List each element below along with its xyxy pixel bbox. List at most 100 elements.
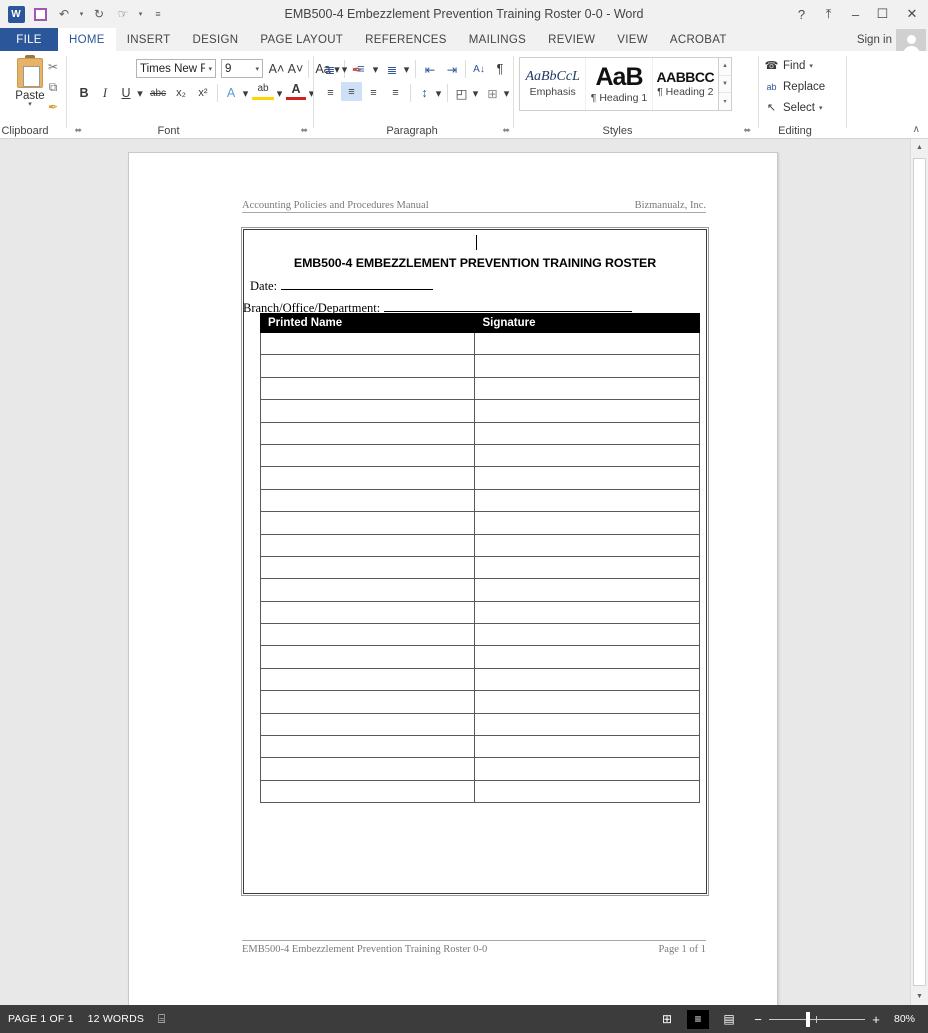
close-button[interactable]: ✕ [896,0,928,28]
proofing-icon[interactable]: ⌸ [158,1012,165,1027]
justify-icon[interactable]: ≡ [385,83,406,103]
cell-signature[interactable] [474,735,700,759]
formatting-marks-icon[interactable]: ¶ [491,59,509,79]
cell-printed-name[interactable] [259,757,476,781]
multilevel-list-dropdown-icon[interactable]: ▾ [401,59,412,79]
save-icon[interactable] [29,3,51,25]
highlight-dropdown-icon[interactable]: ▾ [274,83,285,103]
cell-signature[interactable] [474,399,700,423]
cell-printed-name[interactable] [259,712,476,737]
redo-icon[interactable]: ↻ [88,3,110,25]
cell-signature[interactable] [474,578,700,602]
bullets-icon[interactable]: ≣ [320,59,340,79]
cell-printed-name[interactable] [259,555,476,580]
maximize-button[interactable]: ☐ [869,0,896,28]
numbering-icon[interactable]: ≡ [351,59,371,79]
vertical-scrollbar[interactable]: ▲ ▼ [910,139,928,1005]
font-name-dropdown-icon[interactable]: ▾ [205,65,215,73]
bold-button[interactable]: B [74,83,94,103]
table-row[interactable] [259,421,700,445]
font-size-input[interactable]: 9 ▾ [221,59,263,78]
tab-view[interactable]: VIEW [606,28,659,51]
table-row[interactable] [259,466,700,490]
grow-font-icon[interactable]: A˄ [267,59,286,79]
table-row[interactable] [259,690,700,714]
table-row[interactable] [259,645,700,669]
decrease-indent-icon[interactable]: ⇤ [419,59,441,79]
styles-dialog-launcher[interactable]: ⬌ [743,125,751,136]
zoom-slider[interactable]: − + [753,1011,881,1027]
tab-file[interactable]: FILE [0,28,58,51]
font-size-dropdown-icon[interactable]: ▾ [252,65,262,73]
zoom-level-label[interactable]: 80% [894,1013,920,1025]
cell-printed-name[interactable] [259,488,476,513]
align-right-icon[interactable]: ≡ [363,83,384,103]
touch-mode-icon[interactable]: ☞ [112,3,134,25]
print-layout-icon[interactable]: ≡ [687,1009,709,1029]
format-painter-icon[interactable]: ✒ [42,97,64,117]
line-spacing-dropdown-icon[interactable]: ▾ [433,83,444,103]
status-page-info[interactable]: PAGE 1 OF 1 [8,1013,74,1025]
touch-mode-dropdown-icon[interactable]: ▾ [136,3,145,25]
table-row[interactable] [259,399,700,423]
borders-icon[interactable]: ⊞ [482,83,503,103]
roster-table[interactable]: Printed Name Signature [259,313,700,804]
paste-dropdown-icon[interactable]: ▾ [28,101,32,108]
styles-scroll-up-icon[interactable]: ▲ [719,58,731,76]
text-effects-icon[interactable]: A [221,83,241,103]
select-dropdown-icon[interactable]: ▾ [819,104,823,112]
date-input[interactable] [281,278,434,290]
styles-gallery-scrollbar[interactable]: ▲ ▼ ▾ [719,57,732,111]
shading-icon[interactable]: ◰ [451,83,472,103]
web-layout-icon[interactable]: ▤ [718,1010,740,1029]
undo-dropdown-icon[interactable]: ▾ [77,3,86,25]
find-dropdown-icon[interactable]: ▾ [809,62,813,70]
style-item-heading2[interactable]: AABBCC ¶ Heading 2 [653,58,718,110]
subscript-button[interactable]: x₂ [170,83,192,103]
numbering-dropdown-icon[interactable]: ▾ [370,59,381,79]
cell-signature[interactable] [474,443,700,468]
cell-printed-name[interactable] [259,690,476,714]
bullets-dropdown-icon[interactable]: ▾ [339,59,350,79]
date-field-row[interactable]: Date: [250,278,434,294]
tab-insert[interactable]: INSERT [116,28,182,51]
align-left-icon[interactable]: ≡ [320,83,341,103]
sort-icon[interactable]: A↓ [468,59,490,79]
cell-printed-name[interactable] [259,533,476,557]
scroll-down-icon[interactable]: ▼ [911,988,928,1005]
cut-icon[interactable]: ✂ [42,57,64,77]
table-row[interactable] [259,488,700,513]
cell-printed-name[interactable] [259,331,476,356]
help-icon[interactable]: ? [788,0,815,28]
cell-signature[interactable] [474,600,700,625]
document-page[interactable]: Accounting Policies and Procedures Manua… [128,152,778,1005]
copy-icon[interactable]: ⧉ [42,77,64,97]
table-row[interactable] [259,757,700,781]
find-button[interactable]: ☎ Find ▾ [764,56,813,75]
scrollbar-thumb[interactable] [913,158,926,986]
cell-signature[interactable] [474,623,700,647]
borders-dropdown-icon[interactable]: ▾ [501,83,512,103]
table-row[interactable] [259,735,700,759]
read-mode-icon[interactable]: ⊞ [656,1010,678,1029]
shrink-font-icon[interactable]: A˅ [286,59,305,79]
select-button[interactable]: ↖ Select ▾ [764,98,823,117]
cell-printed-name[interactable] [259,466,476,490]
multilevel-list-icon[interactable]: ≣ [382,59,402,79]
table-row[interactable] [259,354,700,378]
cell-printed-name[interactable] [259,667,476,692]
highlight-icon[interactable]: ab [252,80,274,100]
table-row[interactable] [259,578,700,602]
tab-references[interactable]: REFERENCES [354,28,458,51]
cell-signature[interactable] [474,757,700,781]
cell-signature[interactable] [474,690,700,714]
superscript-button[interactable]: x² [192,83,214,103]
minimize-button[interactable]: – [842,0,869,28]
table-row[interactable] [259,779,700,804]
styles-scroll-down-icon[interactable]: ▼ [719,76,731,94]
tab-acrobat[interactable]: ACROBAT [659,28,738,51]
table-row[interactable] [259,443,700,468]
branch-input[interactable] [384,300,633,312]
style-item-emphasis[interactable]: AaBbCcL Emphasis [520,58,587,110]
strikethrough-button[interactable]: abc [146,83,170,103]
